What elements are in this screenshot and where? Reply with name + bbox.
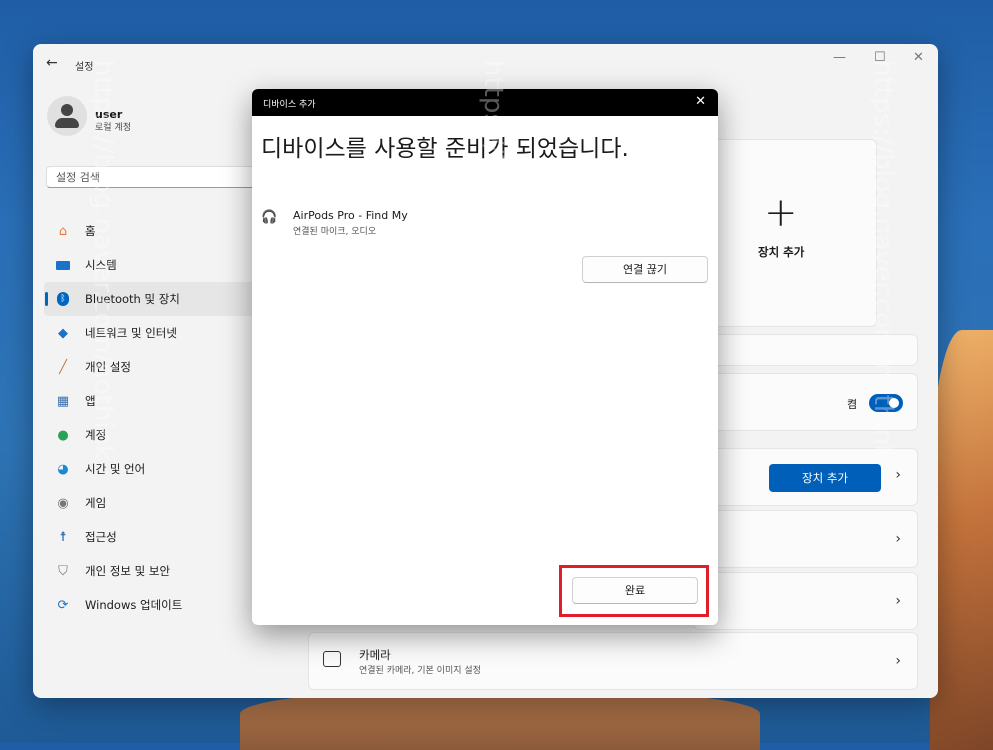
avatar-icon xyxy=(47,96,87,136)
shield-icon: ⛉ xyxy=(58,563,68,579)
system-icon xyxy=(55,257,71,273)
accessibility-icon: ☨ xyxy=(59,529,67,545)
camera-title: 카메라 xyxy=(359,648,391,662)
wifi-icon: ◆ xyxy=(58,325,68,341)
sidebar-item-windows-update[interactable]: ⟳ Windows 업데이트 xyxy=(44,588,279,622)
camera-icon xyxy=(323,651,341,667)
sidebar-nav: ⌂ 홈 시스템 ᛒ Bluetooth 및 장치 ◆ 네트워크 및 인터넷 ╱ … xyxy=(44,214,279,622)
sidebar-item-bluetooth[interactable]: ᛒ Bluetooth 및 장치 xyxy=(44,282,279,316)
close-button[interactable]: ✕ xyxy=(913,50,924,65)
apps-icon: ▦ xyxy=(56,393,70,409)
sidebar-item-home[interactable]: ⌂ 홈 xyxy=(44,214,279,248)
watermark: https://blog.naver.com/nothink xyxy=(868,60,898,461)
selection-indicator xyxy=(45,292,48,306)
device-name: AirPods Pro - Find My xyxy=(293,209,408,222)
background-rock xyxy=(240,690,760,750)
camera-card[interactable]: 카메라 연결된 카메라, 기본 이미지 설정 › xyxy=(308,632,918,690)
watermark: https://blog.naver.com/nothink xyxy=(478,60,508,461)
gamepad-icon: ◉ xyxy=(57,495,69,511)
sidebar-item-gaming[interactable]: ◉ 게임 xyxy=(44,486,279,520)
brush-icon: ╱ xyxy=(59,359,67,375)
sidebar-item-accessibility[interactable]: ☨ 접근성 xyxy=(44,520,279,554)
sidebar-item-accounts[interactable]: ● 계정 xyxy=(44,418,279,452)
sidebar-item-privacy[interactable]: ⛉ 개인 정보 및 보안 xyxy=(44,554,279,588)
bluetooth-icon: ᛒ xyxy=(55,291,71,307)
device-status: 연결된 마이크, 오디오 xyxy=(293,227,377,237)
camera-subtitle: 연결된 카메라, 기본 이미지 설정 xyxy=(359,666,481,676)
add-device-tile[interactable]: + 장치 추가 xyxy=(693,139,877,327)
sidebar-item-network[interactable]: ◆ 네트워크 및 인터넷 xyxy=(44,316,279,350)
watermark: https://blog.naver.com/nothink xyxy=(88,60,118,461)
sidebar-item-personalization[interactable]: ╱ 개인 설정 xyxy=(44,350,279,384)
sidebar-item-system[interactable]: 시스템 xyxy=(44,248,279,282)
globe-clock-icon: ◕ xyxy=(57,461,69,477)
dialog-close-button[interactable]: ✕ xyxy=(695,94,706,109)
background-rock xyxy=(930,330,993,750)
add-device-button[interactable]: 장치 추가 xyxy=(769,464,881,492)
add-device-tile-label: 장치 추가 xyxy=(758,245,805,259)
disconnect-button[interactable]: 연결 끊기 xyxy=(582,256,708,283)
update-icon: ⟳ xyxy=(57,597,69,613)
headphones-icon: 🎧 xyxy=(261,210,278,225)
dialog-title: 디바이스 추가 xyxy=(263,100,316,110)
plus-icon: + xyxy=(764,190,798,236)
settings-search-input[interactable]: 설정 검색 xyxy=(46,166,274,188)
highlight-box xyxy=(559,565,709,617)
sidebar-item-apps[interactable]: ▦ 앱 xyxy=(44,384,279,418)
user-avatar[interactable] xyxy=(47,96,87,136)
dialog-heading: 디바이스를 사용할 준비가 되었습니다. xyxy=(261,136,629,162)
bluetooth-state-label: 켬 xyxy=(847,398,858,411)
minimize-button[interactable]: — xyxy=(833,50,846,65)
home-icon: ⌂ xyxy=(58,223,68,239)
back-button[interactable]: ← xyxy=(46,55,58,71)
sidebar-item-time-language[interactable]: ◕ 시간 및 언어 xyxy=(44,452,279,486)
account-icon: ● xyxy=(57,427,69,443)
